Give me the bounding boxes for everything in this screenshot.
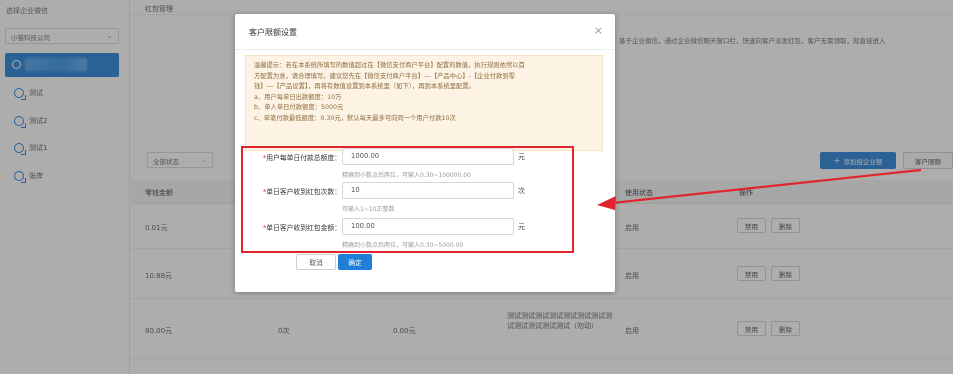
confirm-button[interactable]: 确定	[338, 254, 372, 270]
highlight-box	[241, 146, 574, 253]
tip-notice: 温馨提示：若在本系统所填写的数值超过在【微信支付商户平台】配置的数值，执行规则依…	[245, 55, 603, 151]
tip-line: b、单人单日付款额度：5000元	[254, 104, 344, 112]
close-icon[interactable]: ×	[594, 24, 603, 37]
tip-line: 温馨提示：若在本系统所填写的数值超过在【微信支付商户平台】配置的数值，执行规则依…	[254, 62, 525, 69]
tip-line: a、用户每单日出款额度：10万	[254, 93, 342, 101]
tip-line: 方配置为准，请合理填写。建议您先在【微信支付商户平台】---【产品中心】-【企业…	[254, 72, 515, 80]
cancel-button[interactable]: 取消	[296, 254, 336, 270]
tip-line: 钱】---【产品设置】，再将有数值设置到本系统里（如下），再到本系统里配置。	[254, 83, 475, 91]
tip-line: c、单笔付款最低额度：0.30元，默认每天最多可向同一个用户付款10次	[254, 114, 456, 122]
divider	[235, 49, 615, 50]
dialog-title: 客户限额设置	[249, 28, 297, 37]
